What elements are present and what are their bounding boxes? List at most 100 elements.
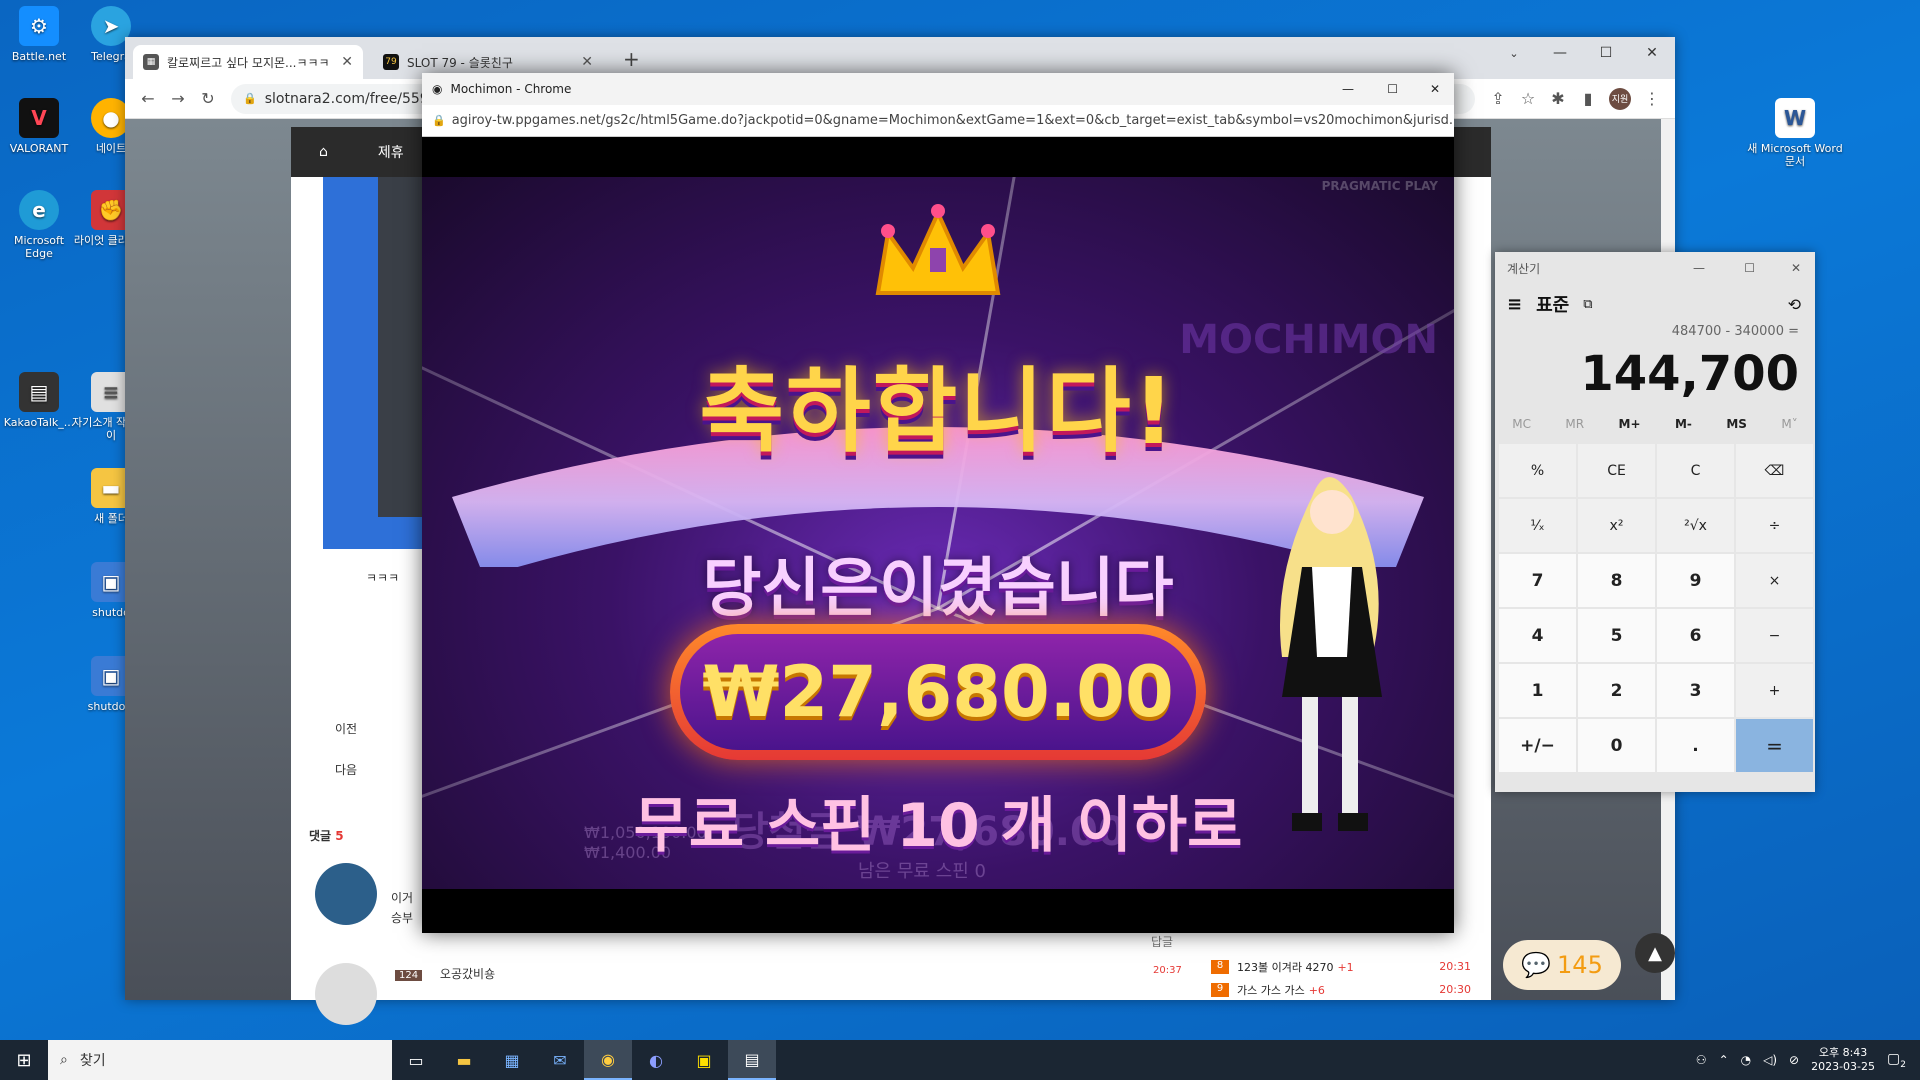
scroll-to-top-button[interactable]: ▲ xyxy=(1635,933,1675,973)
minimize-button[interactable]: — xyxy=(1693,261,1705,275)
share-icon[interactable]: ⇪ xyxy=(1483,89,1513,108)
clock[interactable]: 오후 8:43 2023-03-25 xyxy=(1811,1046,1875,1075)
comment-time: 20:37 xyxy=(1153,965,1182,976)
hamburger-menu-icon[interactable]: ≡ xyxy=(1507,294,1522,315)
prev-post-link[interactable]: 이전 xyxy=(335,720,357,737)
close-window-button[interactable]: ✕ xyxy=(1629,37,1675,69)
people-icon[interactable]: ⚇ xyxy=(1696,1053,1707,1067)
popup-address-bar[interactable]: 🔒 agiroy-tw.ppgames.net/gs2c/html5Game.d… xyxy=(422,105,1454,137)
reply-link[interactable]: 답글 xyxy=(1151,933,1173,950)
kakaotalk-icon: ▤ xyxy=(19,372,59,412)
volume-icon[interactable]: ◁) xyxy=(1763,1053,1777,1067)
clock-time: 오후 8:43 xyxy=(1818,1045,1868,1059)
chevron-up-icon[interactable]: ⌃ xyxy=(1719,1053,1729,1067)
digit-6-key[interactable]: 6 xyxy=(1657,609,1734,662)
memory-recall-button[interactable]: MR xyxy=(1565,417,1584,431)
list-item[interactable]: 8 123볼 이겨라 4270 +1 20:31 xyxy=(1211,955,1471,978)
digit-2-key[interactable]: 2 xyxy=(1578,664,1655,717)
task-view-icon[interactable]: ▭ xyxy=(392,1040,440,1080)
discord-icon[interactable]: ◐ xyxy=(632,1040,680,1080)
decimal-key[interactable]: . xyxy=(1657,719,1734,772)
extensions-icon[interactable]: ✱ xyxy=(1543,89,1573,108)
start-button[interactable]: ⊞ xyxy=(0,1040,48,1080)
maximize-button[interactable]: ☐ xyxy=(1583,37,1629,69)
minus-key[interactable]: − xyxy=(1736,609,1813,662)
digit-9-key[interactable]: 9 xyxy=(1657,554,1734,607)
digit-3-key[interactable]: 3 xyxy=(1657,664,1734,717)
digit-8-key[interactable]: 8 xyxy=(1578,554,1655,607)
reciprocal-key[interactable]: ¹⁄ₓ xyxy=(1499,499,1576,552)
digit-5-key[interactable]: 5 xyxy=(1578,609,1655,662)
desktop-icon-valorant[interactable]: V VALORANT xyxy=(0,98,78,155)
clear-key[interactable]: C xyxy=(1657,444,1734,497)
minimize-button[interactable]: — xyxy=(1537,37,1583,69)
game-canvas[interactable]: PRAGMATIC PLAY MOCHIMON 당첨금 ₩27,680.00 남… xyxy=(422,177,1454,889)
close-tab-icon[interactable]: ✕ xyxy=(341,54,353,70)
memory-clear-button[interactable]: MC xyxy=(1512,417,1531,431)
home-icon[interactable]: ⌂ xyxy=(319,144,328,160)
multiply-key[interactable]: × xyxy=(1736,554,1813,607)
clear-entry-key[interactable]: CE xyxy=(1578,444,1655,497)
digit-1-key[interactable]: 1 xyxy=(1499,664,1576,717)
slot79-favicon: 79 xyxy=(383,54,399,70)
file-explorer-icon[interactable]: ▬ xyxy=(440,1040,488,1080)
menu-kebab-icon[interactable]: ⋮ xyxy=(1637,89,1667,108)
desktop-icon-kakaotalk[interactable]: ▤ KakaoTalk_... xyxy=(0,372,78,429)
tab-search-icon[interactable]: ⌄ xyxy=(1491,37,1537,69)
side-panel-icon[interactable]: ▮ xyxy=(1573,89,1603,108)
memory-add-button[interactable]: M+ xyxy=(1619,417,1641,431)
wifi-icon[interactable]: ◔ xyxy=(1741,1053,1751,1067)
maximize-button[interactable]: ☐ xyxy=(1387,82,1398,96)
kakaotalk-taskbar-icon[interactable]: ▣ xyxy=(680,1040,728,1080)
negate-key[interactable]: +/− xyxy=(1499,719,1576,772)
tab-slotnara[interactable]: ▦ 칼로찌르고 싶다 모지몬...ㅋㅋㅋ ✕ xyxy=(133,45,363,79)
popup-title-bar: ◉ Mochimon - Chrome — ☐ ✕ xyxy=(422,73,1454,105)
comments-label: 댓글 xyxy=(309,829,332,843)
clock-date: 2023-03-25 xyxy=(1811,1060,1876,1073)
close-tab-icon[interactable]: ✕ xyxy=(581,54,593,70)
desktop-icon-battlenet[interactable]: ⚙ Battle.net xyxy=(0,6,78,63)
digit-7-key[interactable]: 7 xyxy=(1499,554,1576,607)
chat-count-button[interactable]: 💬 145 xyxy=(1503,940,1621,990)
divide-key[interactable]: ÷ xyxy=(1736,499,1813,552)
percent-key[interactable]: % xyxy=(1499,444,1576,497)
desktop-icon-word[interactable]: W 새 Microsoft Word 문서 xyxy=(1745,98,1845,168)
taskbar-search-box[interactable]: ⌕ 찾기 xyxy=(48,1040,392,1080)
commenter-name[interactable]: 오공갔비숑 xyxy=(440,967,495,981)
mail-icon[interactable]: ✉ xyxy=(536,1040,584,1080)
memory-store-button[interactable]: MS xyxy=(1726,417,1747,431)
no-network-icon[interactable]: ⊘ xyxy=(1789,1053,1799,1067)
desktop-icon-edge[interactable]: e Microsoft Edge xyxy=(0,190,78,260)
memory-subtract-button[interactable]: M- xyxy=(1675,417,1692,431)
profile-avatar[interactable]: 지원 xyxy=(1609,87,1631,110)
bookmark-star-icon[interactable]: ☆ xyxy=(1513,89,1543,108)
sqrt-key[interactable]: ²√x xyxy=(1657,499,1734,552)
nav-item-partner[interactable]: 제휴 xyxy=(378,142,404,162)
store-icon[interactable]: ▦ xyxy=(488,1040,536,1080)
notification-center-button[interactable]: ▢2 xyxy=(1887,1051,1906,1070)
calculator-taskbar-icon[interactable]: ▤ xyxy=(728,1040,776,1080)
digit-0-key[interactable]: 0 xyxy=(1578,719,1655,772)
digit-4-key[interactable]: 4 xyxy=(1499,609,1576,662)
reload-icon[interactable]: ↻ xyxy=(193,89,223,108)
maximize-button[interactable]: ☐ xyxy=(1744,261,1755,275)
next-post-link[interactable]: 다음 xyxy=(335,761,357,778)
equals-key[interactable]: = xyxy=(1736,719,1813,772)
chrome-taskbar-icon[interactable]: ◉ xyxy=(584,1040,632,1080)
plus-key[interactable]: + xyxy=(1736,664,1813,717)
close-window-button[interactable]: ✕ xyxy=(1791,261,1801,275)
minimize-button[interactable]: — xyxy=(1342,82,1354,96)
keep-on-top-icon[interactable]: ⧉ xyxy=(1583,297,1592,312)
close-window-button[interactable]: ✕ xyxy=(1430,82,1440,96)
win-amount: ₩27,680.00 xyxy=(680,634,1196,750)
history-icon[interactable]: ⟲ xyxy=(1788,295,1801,314)
new-tab-button[interactable]: + xyxy=(623,47,640,71)
back-icon[interactable]: ← xyxy=(133,89,163,108)
backspace-key[interactable]: ⌫ xyxy=(1736,444,1813,497)
forward-icon[interactable]: → xyxy=(163,89,193,108)
chrome-icon: ◉ xyxy=(432,82,443,96)
game-popup-window: ◉ Mochimon - Chrome — ☐ ✕ 🔒 agiroy-tw.pp… xyxy=(422,73,1454,933)
memory-list-button[interactable]: M˅ xyxy=(1781,417,1797,431)
list-item[interactable]: 9 가스 가스 가스 +6 20:30 xyxy=(1211,978,1471,1001)
square-key[interactable]: x² xyxy=(1578,499,1655,552)
